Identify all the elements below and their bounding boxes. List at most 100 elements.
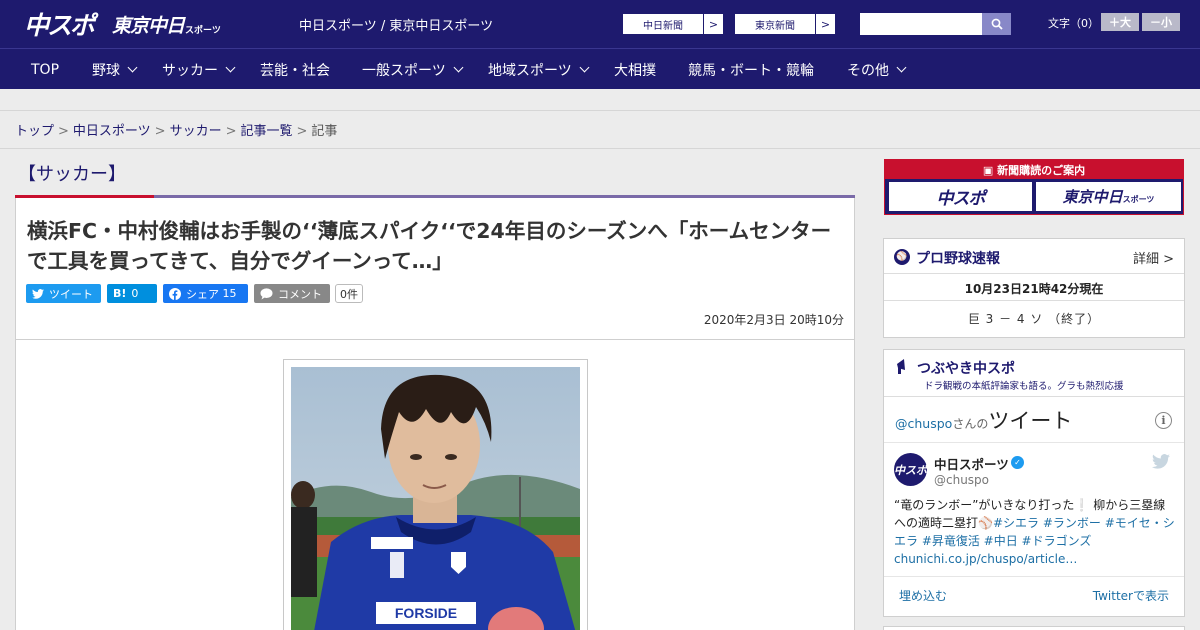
baseball-details-link[interactable]: 詳細 > <box>1133 248 1174 267</box>
breadcrumb-current: 記事 <box>311 124 338 139</box>
breadcrumb-chunichi-sports[interactable]: 中日スポーツ <box>73 124 151 139</box>
svg-text:FORSIDE: FORSIDE <box>395 605 457 621</box>
tweets-label: ツイート <box>988 409 1073 433</box>
facebook-share-button[interactable]: シェア 15 <box>163 284 248 303</box>
nav-label: TOP <box>31 61 60 78</box>
nav-label: 大相撲 <box>614 62 656 79</box>
chevron-down-icon <box>896 62 907 73</box>
tsubuyaki-subtitle: ドラ観戦の本紙評論家も語る。グラも熱烈応援 <box>924 381 1124 392</box>
hatena-icon: B! <box>113 287 127 300</box>
nav-item-top[interactable]: TOP <box>31 49 59 90</box>
player-photo-illustration: FORSIDE <box>291 367 580 630</box>
view-on-twitter-label: Twitterで表示 <box>1092 589 1169 603</box>
tokyo-logo-text: 東京中日 <box>112 14 185 37</box>
font-size-increase-button[interactable]: ＋大 <box>1101 13 1139 31</box>
comment-label: コメント <box>278 287 322 301</box>
article-photo-card: FORSIDE <box>15 339 855 630</box>
subscribe-logo2-suffix: スポーツ <box>1122 195 1155 204</box>
breadcrumb-article-list[interactable]: 記事一覧 <box>241 124 293 139</box>
subscription-title-text: 新聞購読のご案内 <box>997 164 1086 177</box>
comment-count: 0件 <box>335 284 363 303</box>
search-button[interactable] <box>982 13 1011 35</box>
twitter-timeline-header: @chuspoさんのツイート <box>895 405 1072 435</box>
divider <box>0 148 1200 149</box>
nav-label: 一般スポーツ <box>362 62 446 79</box>
twitter-bird-icon <box>32 288 44 299</box>
baseball-header: ⚾ プロ野球速報 詳細 > <box>884 239 1184 274</box>
article-category: 【サッカー】 <box>18 164 126 185</box>
hatena-count: 0 <box>131 287 139 300</box>
breadcrumb-top[interactable]: トップ <box>15 124 54 139</box>
tokyo-shimbun-link[interactable]: 東京新聞 > <box>734 13 836 35</box>
info-icon[interactable]: i <box>1155 412 1172 429</box>
handle-suffix: さんの <box>952 417 989 431</box>
nav-item-other[interactable]: その他 <box>847 49 907 90</box>
nav-label: 地域スポーツ <box>488 62 572 79</box>
article-headline: 横浜FC・中村俊輔はお手製の‘‘薄底スパイク‘‘で24年目のシーズンへ「ホームセ… <box>27 219 832 273</box>
breadcrumb-soccer[interactable]: サッカー <box>170 124 222 139</box>
baseball-emoji-icon: ⚾ <box>978 516 993 530</box>
chuspo-logo[interactable]: 中スポ <box>24 6 95 42</box>
tokyo-chunichi-logo[interactable]: 東京中日 スポーツ <box>112 6 221 42</box>
nav-item-regional-sports[interactable]: 地域スポーツ <box>488 49 590 90</box>
facebook-share-label: シェア <box>186 287 219 301</box>
baseball-timestamp: 10月23日21時42分現在 <box>964 282 1104 296</box>
nav-item-soccer[interactable]: サッカー <box>162 49 236 90</box>
chunichi-shimbun-link[interactable]: 中日新聞 > <box>622 13 724 35</box>
verified-badge-icon: ✓ <box>1011 456 1024 469</box>
divider <box>884 576 1184 577</box>
hatena-bookmark-button[interactable]: B! 0 <box>107 284 157 303</box>
baseball-icon: ⚾ <box>894 249 910 265</box>
baseball-scores-panel: ⚾ プロ野球速報 詳細 > 10月23日21時42分現在 巨 3 － 4 ソ （… <box>883 238 1185 338</box>
subscribe-tokyo-logo[interactable]: 東京中日 スポーツ <box>1036 182 1181 211</box>
twitter-bird-icon[interactable] <box>1152 454 1170 469</box>
subscribe-logo2-text: 東京中日 <box>1062 188 1123 206</box>
nav-label: その他 <box>847 62 889 79</box>
main-nav: TOP 野球 サッカー 芸能・社会 一般スポーツ 地域スポーツ 大相撲 競馬・ボ… <box>0 48 1200 89</box>
divider <box>884 442 1184 443</box>
tweet-button[interactable]: ツイート <box>26 284 101 303</box>
facebook-share-count: 15 <box>222 287 237 300</box>
embed-link[interactable]: 埋め込む <box>899 587 947 604</box>
comment-button[interactable]: コメント <box>254 284 330 303</box>
photo-frame: FORSIDE <box>283 359 588 630</box>
chevron-right-icon: > <box>703 14 723 34</box>
facebook-icon <box>169 287 181 300</box>
tweet-link[interactable]: chunichi.co.jp/chuspo/article… <box>894 550 1176 568</box>
search-input[interactable] <box>860 13 982 35</box>
chuspo-logo-text: 中スポ <box>24 11 95 40</box>
nav-item-baseball[interactable]: 野球 <box>92 49 138 90</box>
tsubuyaki-title: つぶやき中スポ <box>917 361 1015 377</box>
divider <box>884 300 1184 301</box>
tweet-account-name[interactable]: 中日スポーツ <box>934 454 1009 473</box>
chunichi-shimbun-label: 中日新聞 <box>643 20 683 32</box>
subscribe-chuspo-logo[interactable]: 中スポ <box>889 182 1032 211</box>
nav-spacer <box>0 89 1200 111</box>
chevron-down-icon <box>453 62 464 73</box>
tweet-account-handle[interactable]: @chuspo <box>934 473 989 487</box>
breadcrumb-separator: > <box>296 124 308 139</box>
newspaper-icon: ▣ <box>982 164 998 177</box>
nav-item-entertainment[interactable]: 芸能・社会 <box>260 49 330 90</box>
article-header-card: 横浜FC・中村俊輔はお手製の‘‘薄底スパイク‘‘で24年目のシーズンへ「ホームセ… <box>15 198 855 340</box>
chevron-down-icon <box>225 62 236 73</box>
speech-bubble-icon <box>260 287 273 299</box>
view-on-twitter-link[interactable]: Twitterで表示 <box>1093 587 1169 604</box>
breadcrumb: トップ > 中日スポーツ > サッカー > 記事一覧 > 記事 <box>15 120 337 139</box>
breadcrumb-separator: > <box>225 124 237 139</box>
twitter-handle-link[interactable]: @chuspo <box>895 416 952 431</box>
publish-date: 2020年2月3日 20時10分 <box>703 313 844 327</box>
next-sidebar-panel <box>883 626 1185 630</box>
chevron-down-icon <box>579 62 590 73</box>
font-size-label: 文字（0） <box>1048 17 1099 30</box>
article-photo[interactable]: FORSIDE <box>291 367 580 630</box>
nav-item-racing[interactable]: 競馬・ボート・競輪 <box>688 49 814 90</box>
nav-label: 野球 <box>92 62 120 79</box>
baseball-score[interactable]: 巨 3 － 4 ソ （終了） <box>884 310 1184 327</box>
nav-item-sumo[interactable]: 大相撲 <box>614 49 656 90</box>
divider <box>884 396 1184 397</box>
nav-item-general-sports[interactable]: 一般スポーツ <box>362 49 464 90</box>
font-size-decrease-button[interactable]: －小 <box>1142 13 1180 31</box>
megaphone-icon <box>897 359 905 374</box>
avatar[interactable]: 中スポ <box>894 453 927 486</box>
